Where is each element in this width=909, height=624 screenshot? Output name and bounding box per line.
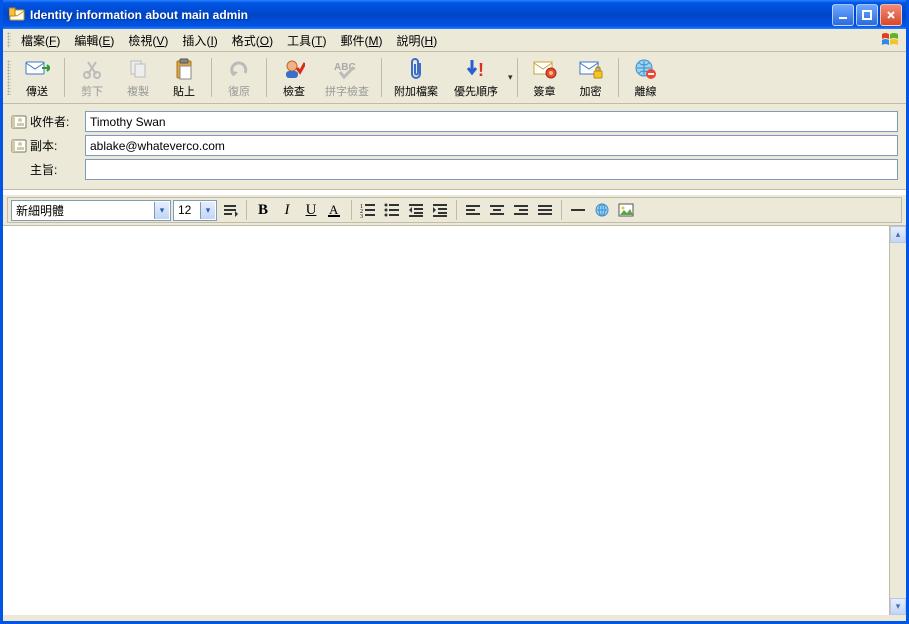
chevron-down-icon: ▾ bbox=[154, 202, 169, 219]
offline-button[interactable]: 離線 bbox=[623, 54, 669, 101]
priority-icon: ! bbox=[464, 57, 488, 81]
header-fields: 收件者: 副本: 主旨: bbox=[3, 104, 906, 190]
spellcheck-icon: ABC bbox=[334, 57, 360, 81]
svg-text:3: 3 bbox=[360, 214, 363, 218]
align-justify-button[interactable] bbox=[534, 199, 556, 221]
align-left-button[interactable] bbox=[462, 199, 484, 221]
sign-button[interactable]: 簽章 bbox=[522, 54, 568, 101]
bullet-list-button[interactable] bbox=[381, 199, 403, 221]
titlebar[interactable]: Identity information about main admin bbox=[3, 0, 906, 29]
windows-flag-icon bbox=[880, 31, 902, 49]
cc-label[interactable]: 副本: bbox=[11, 137, 85, 154]
bold-button[interactable]: B bbox=[252, 199, 274, 221]
paperclip-icon bbox=[408, 57, 424, 81]
undo-icon bbox=[228, 57, 250, 81]
toolbar-grip[interactable] bbox=[7, 60, 11, 95]
paragraph-style-button[interactable] bbox=[219, 199, 241, 221]
scroll-down-button[interactable]: ▾ bbox=[890, 598, 906, 615]
to-label[interactable]: 收件者: bbox=[11, 113, 85, 130]
spellcheck-button[interactable]: ABC 拼字檢查 bbox=[317, 54, 377, 101]
maximize-button[interactable] bbox=[856, 4, 878, 26]
menu-mail[interactable]: 郵件(M) bbox=[334, 30, 390, 51]
send-button[interactable]: 傳送 bbox=[14, 54, 60, 101]
scroll-up-button[interactable]: ▴ bbox=[890, 226, 906, 243]
subject-label: 主旨: bbox=[11, 161, 85, 178]
menu-view[interactable]: 檢視(V) bbox=[121, 30, 175, 51]
close-button[interactable] bbox=[880, 4, 902, 26]
encrypt-icon bbox=[579, 57, 603, 81]
check-button[interactable]: 檢查 bbox=[271, 54, 317, 101]
menubar: 檔案(F) 編輯(E) 檢視(V) 插入(I) 格式(O) 工具(T) 郵件(M… bbox=[3, 29, 906, 52]
subject-input[interactable] bbox=[85, 159, 898, 180]
font-color-button[interactable]: A bbox=[324, 199, 346, 221]
undo-button[interactable]: 復原 bbox=[216, 54, 262, 101]
align-center-button[interactable] bbox=[486, 199, 508, 221]
main-toolbar: 傳送 剪下 複製 貼上 復原 bbox=[3, 52, 906, 104]
italic-button[interactable]: I bbox=[276, 199, 298, 221]
font-size-combo[interactable]: 12 ▾ bbox=[173, 200, 217, 221]
menu-file[interactable]: 檔案(F) bbox=[14, 30, 67, 51]
insert-hr-button[interactable] bbox=[567, 199, 589, 221]
offline-icon bbox=[634, 57, 658, 81]
vertical-scrollbar[interactable]: ▴ ▾ bbox=[889, 226, 906, 615]
menu-help[interactable]: 說明(H) bbox=[390, 30, 445, 51]
insert-link-button[interactable] bbox=[591, 199, 613, 221]
copy-button[interactable]: 複製 bbox=[115, 54, 161, 101]
cut-button[interactable]: 剪下 bbox=[69, 54, 115, 101]
indent-button[interactable] bbox=[429, 199, 451, 221]
check-names-icon bbox=[283, 57, 305, 81]
attach-button[interactable]: 附加檔案 bbox=[386, 54, 446, 101]
chevron-down-icon: ▾ bbox=[200, 202, 215, 219]
numbered-list-button[interactable]: 123 bbox=[357, 199, 379, 221]
priority-dropdown-arrow[interactable]: ▾ bbox=[508, 72, 513, 83]
statusbar bbox=[3, 615, 906, 621]
addressbook-icon bbox=[11, 115, 27, 129]
menu-edit[interactable]: 編輯(E) bbox=[67, 30, 121, 51]
svg-text:A: A bbox=[329, 202, 339, 217]
insert-image-button[interactable] bbox=[615, 199, 637, 221]
priority-button[interactable]: ! 優先順序 bbox=[446, 55, 506, 101]
encrypt-button[interactable]: 加密 bbox=[568, 54, 614, 101]
cc-input[interactable] bbox=[85, 135, 898, 156]
window-title: Identity information about main admin bbox=[30, 8, 832, 22]
font-combo[interactable]: 新細明體 ▾ bbox=[11, 200, 171, 221]
menu-tools[interactable]: 工具(T) bbox=[280, 30, 333, 51]
align-right-button[interactable] bbox=[510, 199, 532, 221]
send-icon bbox=[24, 57, 50, 81]
to-input[interactable] bbox=[85, 111, 898, 132]
signature-icon bbox=[533, 57, 557, 81]
app-icon bbox=[9, 7, 25, 23]
paste-icon bbox=[174, 57, 194, 81]
svg-text:!: ! bbox=[478, 60, 484, 80]
message-body-area[interactable]: ▴ ▾ bbox=[3, 226, 906, 615]
menubar-grip[interactable] bbox=[7, 32, 11, 48]
format-toolbar: 新細明體 ▾ 12 ▾ B I U A 123 bbox=[7, 197, 902, 223]
outdent-button[interactable] bbox=[405, 199, 427, 221]
compose-window: Identity information about main admin 檔案… bbox=[0, 0, 909, 624]
minimize-button[interactable] bbox=[832, 4, 854, 26]
underline-button[interactable]: U bbox=[300, 199, 322, 221]
menu-insert[interactable]: 插入(I) bbox=[175, 30, 224, 51]
addressbook-icon bbox=[11, 139, 27, 153]
copy-icon bbox=[128, 57, 148, 81]
paste-button[interactable]: 貼上 bbox=[161, 54, 207, 101]
cut-icon bbox=[82, 57, 102, 81]
menu-format[interactable]: 格式(O) bbox=[225, 30, 280, 51]
